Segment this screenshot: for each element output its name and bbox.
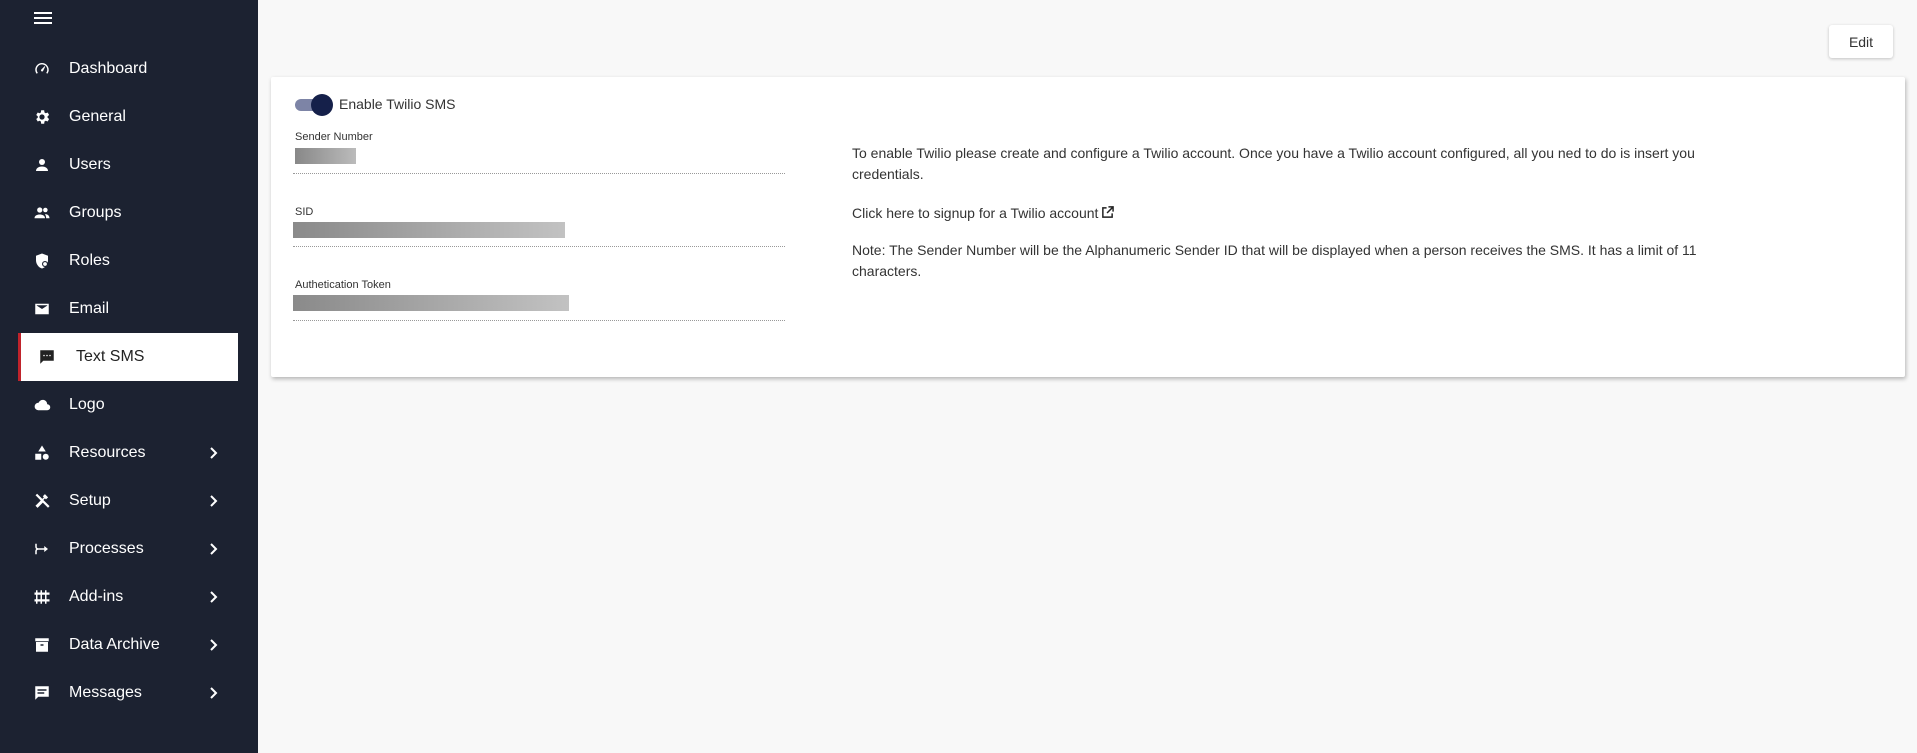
hamburger-menu-icon[interactable] bbox=[34, 12, 52, 26]
sidebar-item-data-archive[interactable]: Data Archive bbox=[0, 621, 258, 669]
sidebar-item-label: Processes bbox=[69, 540, 144, 557]
sidebar-item-label: Email bbox=[69, 300, 110, 317]
auth-token-label: Authetication Token bbox=[295, 279, 391, 291]
sidebar-item-label: Logo bbox=[69, 396, 105, 413]
envelope-icon bbox=[33, 300, 51, 318]
user-icon bbox=[33, 156, 51, 174]
cloud-icon bbox=[33, 396, 51, 414]
external-link-icon[interactable] bbox=[1101, 204, 1115, 218]
sidebar-item-groups[interactable]: Groups bbox=[0, 189, 258, 237]
sidebar-item-label: Roles bbox=[69, 252, 110, 269]
sender-number-field: Sender Number bbox=[293, 131, 785, 174]
chevron-right-icon bbox=[208, 590, 218, 604]
sms-icon bbox=[38, 348, 56, 366]
people-icon bbox=[33, 204, 51, 222]
sidebar-item-label: Users bbox=[69, 156, 111, 173]
gear-icon bbox=[33, 108, 51, 126]
sidebar-item-label: Add-ins bbox=[69, 588, 124, 605]
auth-token-field: Authetication Token bbox=[293, 279, 785, 321]
dashboard-icon bbox=[33, 60, 51, 78]
chevron-right-icon bbox=[208, 638, 218, 652]
edit-button[interactable]: Edit bbox=[1829, 25, 1893, 58]
sidebar-item-general[interactable]: General bbox=[0, 93, 258, 141]
sid-input[interactable] bbox=[293, 222, 565, 238]
sid-field: SID bbox=[293, 206, 785, 247]
sidebar-item-logo[interactable]: Logo bbox=[0, 381, 258, 429]
archive-icon bbox=[33, 636, 51, 654]
sidebar-item-label: Resources bbox=[69, 444, 146, 461]
sender-number-input[interactable] bbox=[295, 148, 356, 164]
chevron-right-icon bbox=[208, 494, 218, 508]
sidebar-item-roles[interactable]: Roles bbox=[0, 237, 258, 285]
sidebar-item-messages[interactable]: Messages bbox=[0, 669, 258, 717]
signup-paragraph: Click here to signup for a Twilio accoun… bbox=[852, 203, 1712, 224]
sidebar-nav: Dashboard General Users Groups Roles Ema… bbox=[0, 45, 258, 717]
auth-token-input[interactable] bbox=[293, 295, 569, 311]
sidebar-item-email[interactable]: Email bbox=[0, 285, 258, 333]
sidebar-item-processes[interactable]: Processes bbox=[0, 525, 258, 573]
sidebar-item-add-ins[interactable]: Add-ins bbox=[0, 573, 258, 621]
sidebar-item-label: Setup bbox=[69, 492, 111, 509]
grid-icon bbox=[33, 588, 51, 606]
twilio-instructions: To enable Twilio please create and confi… bbox=[852, 145, 1695, 182]
chevron-right-icon bbox=[208, 686, 218, 700]
sidebar-item-label: Text SMS bbox=[76, 348, 145, 365]
toggle-thumb bbox=[311, 94, 333, 116]
sender-id-note: Note: The Sender Number will be the Alph… bbox=[852, 242, 1697, 279]
shapes-icon bbox=[33, 444, 51, 462]
sidebar-item-text-sms[interactable]: Text SMS bbox=[18, 333, 238, 381]
shield-icon bbox=[33, 252, 51, 270]
enable-twilio-toggle[interactable] bbox=[295, 94, 333, 116]
sidebar-item-users[interactable]: Users bbox=[0, 141, 258, 189]
sid-label: SID bbox=[295, 206, 314, 218]
chat-icon bbox=[33, 684, 51, 702]
sidebar: Dashboard General Users Groups Roles Ema… bbox=[0, 0, 258, 753]
tools-icon bbox=[33, 492, 51, 510]
sender-number-label: Sender Number bbox=[295, 131, 373, 143]
sidebar-item-label: Messages bbox=[69, 684, 142, 701]
sidebar-item-label: Groups bbox=[69, 204, 122, 221]
twilio-signup-link[interactable]: Click here to signup for a Twilio accoun… bbox=[852, 205, 1098, 221]
twilio-info: To enable Twilio please create and confi… bbox=[852, 143, 1712, 282]
sidebar-item-resources[interactable]: Resources bbox=[0, 429, 258, 477]
chevron-right-icon bbox=[208, 446, 218, 460]
twilio-settings-card: Enable Twilio SMS Sender Number SID Auth… bbox=[271, 77, 1905, 377]
sidebar-item-dashboard[interactable]: Dashboard bbox=[0, 45, 258, 93]
sidebar-item-label: Data Archive bbox=[69, 636, 160, 653]
sidebar-item-label: General bbox=[69, 108, 126, 125]
merge-arrow-icon bbox=[33, 540, 51, 558]
chevron-right-icon bbox=[208, 542, 218, 556]
sidebar-item-setup[interactable]: Setup bbox=[0, 477, 258, 525]
enable-twilio-label: Enable Twilio SMS bbox=[339, 96, 456, 112]
sidebar-item-label: Dashboard bbox=[69, 60, 148, 77]
